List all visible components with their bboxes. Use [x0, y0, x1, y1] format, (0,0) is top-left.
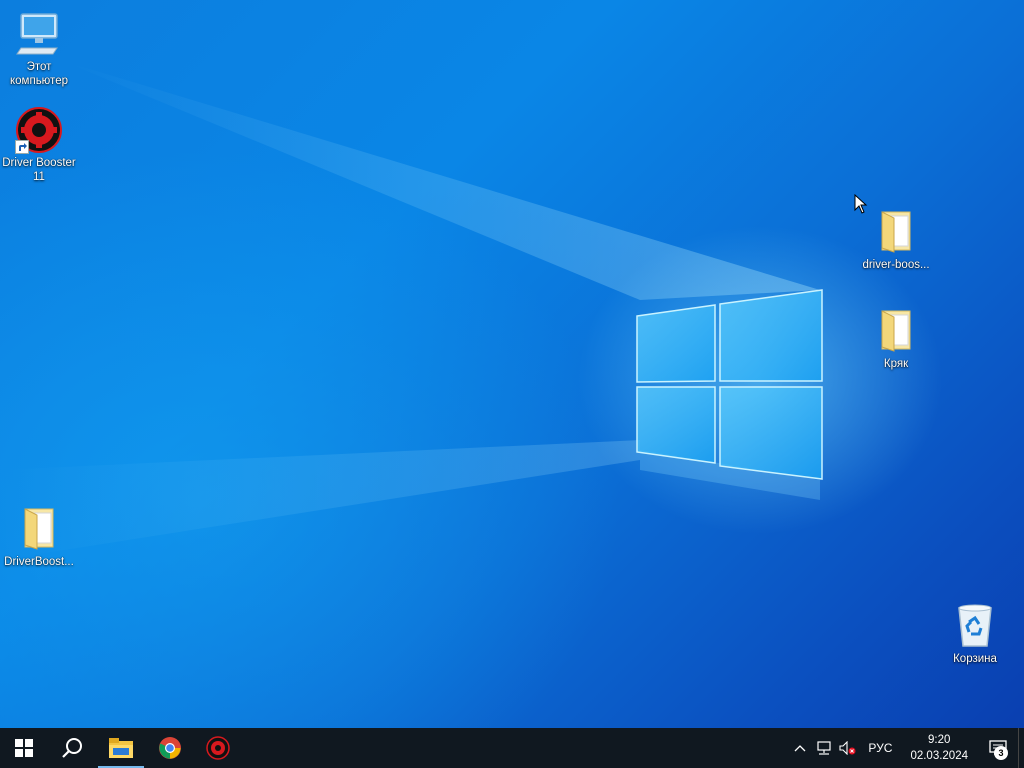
driver-booster-label: Driver Booster 11 — [2, 157, 76, 183]
driver-boos-folder-label: driver-boos... — [862, 259, 930, 271]
folder-icon — [872, 307, 920, 355]
action-center-button[interactable]: 3 — [978, 728, 1018, 768]
show-hidden-icons-button[interactable] — [788, 728, 812, 768]
chrome-button[interactable] — [146, 728, 194, 768]
desktop[interactable]: Этот компьютер Driver Booster 11 DriverB… — [0, 0, 1024, 728]
mouse-cursor-icon — [854, 194, 868, 214]
chevron-up-icon — [794, 745, 806, 752]
kryak-folder-icon[interactable]: Кряк — [857, 307, 935, 371]
show-desktop-button[interactable] — [1018, 728, 1024, 768]
driver-booster-icon — [15, 106, 63, 154]
search-icon — [62, 738, 82, 758]
network-button[interactable] — [812, 728, 836, 768]
windows-logo — [636, 289, 823, 480]
computer-icon — [15, 10, 63, 58]
recycle-bin-desktop-icon[interactable]: Корзина — [936, 602, 1014, 666]
network-icon — [817, 741, 832, 755]
file-explorer-icon — [109, 738, 133, 758]
search-button[interactable] — [48, 728, 96, 768]
folder-icon — [872, 208, 920, 256]
clock[interactable]: 9:20 02.03.2024 — [900, 732, 978, 764]
shortcut-arrow-icon — [15, 140, 29, 154]
file-explorer-button[interactable] — [96, 728, 146, 768]
recycle-bin-icon — [951, 602, 999, 650]
driver-boost-folder-icon[interactable]: DriverBoost... — [0, 505, 78, 569]
volume-button[interactable] — [836, 728, 860, 768]
volume-muted-icon — [839, 741, 856, 755]
driver-booster-icon — [206, 736, 230, 760]
taskbar: РУС 9:20 02.03.2024 3 — [0, 728, 1024, 768]
chrome-icon — [159, 737, 181, 759]
folder-icon — [15, 505, 63, 553]
driver-booster-desktop-shortcut[interactable]: Driver Booster 11 — [0, 106, 78, 184]
clock-date: 02.03.2024 — [910, 750, 968, 762]
this-pc-label: Этот компьютер — [10, 61, 68, 87]
input-language-indicator[interactable]: РУС — [860, 741, 900, 755]
driver-booster-taskbar-button[interactable] — [194, 728, 242, 768]
clock-time: 9:20 — [928, 734, 951, 746]
this-pc-desktop-icon[interactable]: Этот компьютер — [0, 10, 78, 88]
start-button[interactable] — [0, 728, 48, 768]
notification-count-badge: 3 — [994, 746, 1008, 760]
driver-boost-folder-label: DriverBoost... — [4, 556, 74, 568]
kryak-folder-label: Кряк — [883, 358, 909, 370]
windows-start-icon — [15, 739, 33, 757]
recycle-bin-label: Корзина — [953, 653, 997, 665]
system-tray: РУС 9:20 02.03.2024 3 — [788, 728, 1024, 768]
driver-boos-folder-icon[interactable]: driver-boos... — [857, 208, 935, 272]
